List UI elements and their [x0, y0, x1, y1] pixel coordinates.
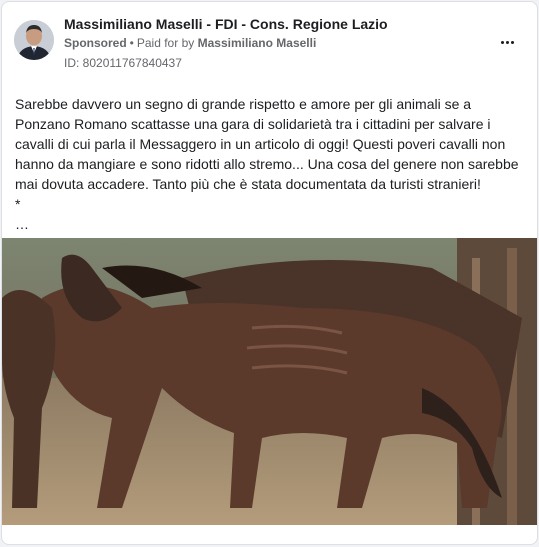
- more-options-button[interactable]: [495, 32, 519, 52]
- ad-id: ID: 802011767840437: [64, 56, 182, 70]
- more-horizontal-icon: [500, 40, 514, 44]
- meta-separator: •: [129, 36, 134, 50]
- page-avatar[interactable]: [14, 20, 54, 60]
- post-image[interactable]: [2, 238, 537, 525]
- sponsored-label[interactable]: Sponsored: [64, 36, 127, 50]
- paid-for-name[interactable]: Massimiliano Maselli: [198, 36, 317, 50]
- ad-meta: Sponsored • Paid for by Massimiliano Masel…: [64, 36, 316, 50]
- paid-for-prefix: Paid for by: [136, 36, 195, 50]
- page-name-link[interactable]: Massimiliano Maselli - FDI - Cons. Regio…: [64, 16, 388, 32]
- post-text-asterisk: *: [15, 196, 21, 212]
- ad-post-card: Massimiliano Maselli - FDI - Cons. Regio…: [1, 1, 538, 545]
- horses-photo: [2, 238, 537, 525]
- see-more-ellipsis[interactable]: …: [15, 214, 530, 234]
- post-header: Massimiliano Maselli - FDI - Cons. Regio…: [2, 2, 537, 82]
- post-text: Sarebbe davvero un segno di grande rispe…: [15, 96, 519, 192]
- avatar-photo: [14, 20, 54, 60]
- post-message: Sarebbe davvero un segno di grande rispe…: [15, 94, 530, 234]
